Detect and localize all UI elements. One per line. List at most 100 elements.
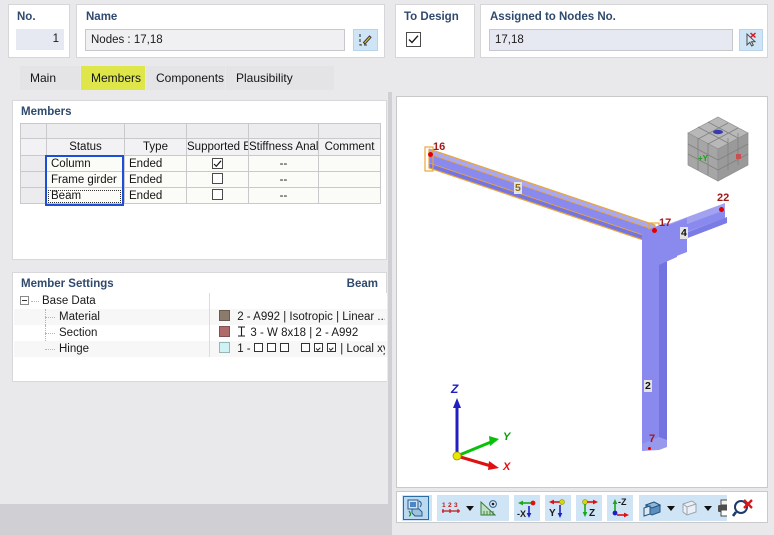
cell-supported-ends-1[interactable] bbox=[186, 155, 249, 172]
member-label-2: 2 bbox=[644, 380, 652, 392]
hinge-check-uy bbox=[267, 343, 277, 352]
cell-comment-3[interactable] bbox=[318, 187, 381, 204]
hinge-check-ux bbox=[253, 343, 263, 352]
tree-row-hinge[interactable]: Hinge 1 - | Local xyz bbox=[14, 341, 387, 357]
toolbar-group-render-toggle bbox=[402, 495, 432, 521]
measure-ruler-icon[interactable] bbox=[476, 496, 502, 520]
coordinate-axis-triad: Z Y X bbox=[443, 380, 523, 473]
view-toolbar: 1 2 3 -X Y Z -Z bbox=[396, 491, 768, 523]
members-table[interactable]: Status Type Supported Er Stiffness Anal … bbox=[20, 123, 381, 204]
table-colhdr-a bbox=[46, 123, 125, 139]
table-row[interactable]: Beam Ended -- bbox=[20, 187, 381, 204]
cell-stiffness-1[interactable]: -- bbox=[248, 155, 319, 172]
svg-text:Z: Z bbox=[450, 382, 459, 396]
render-toggle-icon[interactable] bbox=[403, 496, 429, 520]
row-index-3 bbox=[20, 187, 47, 204]
member-settings-tree[interactable]: Base Data Material 2 - A992 | Isotropic … bbox=[14, 293, 387, 381]
tree-value-section: 3 - W 8x18 | 2 - A992 bbox=[250, 327, 359, 339]
table-row[interactable]: Column Ended -- bbox=[20, 155, 381, 172]
supported-ends-checkbox-2[interactable] bbox=[212, 173, 223, 184]
supported-ends-checkbox-3[interactable] bbox=[212, 189, 223, 200]
numbering-dropdown-caret-icon[interactable] bbox=[464, 496, 476, 520]
tree-label-base-data: Base Data bbox=[42, 295, 96, 307]
tab-components[interactable]: Components bbox=[146, 66, 225, 90]
table-row[interactable]: Frame girder Ended -- bbox=[20, 171, 381, 188]
view-minus-z-icon[interactable]: -Z bbox=[608, 496, 632, 520]
table-header-stiffness[interactable]: Stiffness Anal bbox=[248, 138, 319, 156]
tree-label-section: Section bbox=[59, 327, 98, 339]
cell-type-3[interactable]: Ended bbox=[124, 187, 187, 204]
supported-ends-checkbox-1[interactable] bbox=[212, 158, 223, 169]
cell-comment-2[interactable] bbox=[318, 171, 381, 188]
hinge-check-phiz bbox=[327, 343, 337, 352]
view-y-icon[interactable]: Y bbox=[546, 496, 570, 520]
name-input[interactable]: Nodes : 17,18 bbox=[85, 29, 345, 51]
table-corner-cell bbox=[20, 123, 47, 139]
cell-supported-ends-3[interactable] bbox=[186, 187, 249, 204]
pencil-edit-icon[interactable] bbox=[353, 29, 378, 51]
no-input[interactable]: 1 bbox=[16, 29, 64, 50]
cell-status-2[interactable]: Frame girder bbox=[46, 171, 125, 188]
tree-label-hinge: Hinge bbox=[59, 343, 90, 355]
cell-type-2[interactable]: Ended bbox=[124, 171, 187, 188]
hinge-color-swatch bbox=[219, 342, 230, 353]
wireframe-box-icon[interactable] bbox=[677, 496, 702, 520]
clear-selection-icon[interactable] bbox=[728, 496, 758, 520]
table-header-status[interactable]: Status bbox=[46, 138, 125, 156]
to-design-checkbox[interactable] bbox=[406, 32, 421, 47]
table-colhdr-b bbox=[124, 123, 187, 139]
toolbar-group-view-y: Y bbox=[545, 495, 571, 521]
svg-text:-Z: -Z bbox=[618, 497, 627, 507]
assigned-nodes-input[interactable]: 17,18 bbox=[489, 29, 733, 51]
table-header-comment[interactable]: Comment bbox=[318, 138, 381, 156]
numbering-123-icon[interactable]: 1 2 3 bbox=[438, 496, 464, 520]
tab-plausibility-check[interactable]: Plausibility Check bbox=[226, 66, 334, 109]
render-mode-dropdown-caret-icon[interactable] bbox=[665, 496, 677, 520]
cell-comment-1[interactable] bbox=[318, 155, 381, 172]
cell-status-1[interactable]: Column bbox=[46, 155, 125, 172]
toolbar-group-view-minus-z: -Z bbox=[607, 495, 633, 521]
tab-members[interactable]: Members bbox=[81, 66, 145, 90]
member-label-4: 4 bbox=[680, 227, 688, 239]
tree-row-section[interactable]: Section 3 - W 8x18 | 2 - A992 bbox=[14, 325, 387, 341]
node-label-17: 17 bbox=[659, 217, 672, 229]
tree-value-base-data bbox=[219, 293, 385, 309]
svg-text:Y: Y bbox=[549, 508, 556, 519]
collapse-expand-icon[interactable] bbox=[20, 296, 29, 305]
navigation-cube[interactable]: +Y bbox=[680, 111, 756, 187]
cell-supported-ends-2[interactable] bbox=[186, 171, 249, 188]
view-minus-x-icon[interactable]: -X bbox=[515, 496, 539, 520]
tree-value-section-wrap[interactable]: 3 - W 8x18 | 2 - A992 bbox=[219, 325, 385, 341]
member-settings-title: Member Settings bbox=[21, 278, 114, 290]
tab-main[interactable]: Main bbox=[20, 66, 80, 90]
node-label-22: 22 bbox=[717, 192, 730, 204]
tree-value-material-wrap[interactable]: 2 - A992 | Isotropic | Linear ... bbox=[219, 309, 385, 325]
render-mode-icon[interactable] bbox=[640, 496, 665, 520]
table-header-type[interactable]: Type bbox=[124, 138, 187, 156]
tree-value-hinge-wrap[interactable]: 1 - | Local xyz bbox=[219, 341, 385, 357]
toolbar-group-view-z: Z bbox=[576, 495, 602, 521]
pick-deselect-cursor-icon[interactable] bbox=[739, 29, 763, 51]
toolbar-group-numbering: 1 2 3 bbox=[437, 495, 509, 521]
tree-col-separator bbox=[209, 341, 210, 357]
cell-stiffness-2[interactable]: -- bbox=[248, 171, 319, 188]
cell-stiffness-3[interactable]: -- bbox=[248, 187, 319, 204]
members-groupbox: Members Status Type Supported Er Stiffne… bbox=[12, 100, 387, 260]
cell-type-1[interactable]: Ended bbox=[124, 155, 187, 172]
hinge-check-uz bbox=[280, 343, 290, 352]
node-label-16: 16 bbox=[433, 141, 446, 153]
tree-row-material[interactable]: Material 2 - A992 | Isotropic | Linear .… bbox=[14, 309, 387, 325]
tree-dots bbox=[31, 301, 39, 303]
tree-row-base-data[interactable]: Base Data bbox=[14, 293, 387, 309]
view-z-icon[interactable]: Z bbox=[577, 496, 601, 520]
node-dot-17 bbox=[652, 228, 657, 233]
toolbar-group-view-minus-x: -X bbox=[514, 495, 540, 521]
table-colhdr-e bbox=[318, 123, 381, 139]
cell-status-3[interactable]: Beam bbox=[46, 187, 125, 204]
tab-bar: Main Members Components Plausibility Che… bbox=[0, 62, 774, 109]
svg-text:-X: -X bbox=[517, 509, 526, 519]
wireframe-dropdown-caret-icon[interactable] bbox=[702, 496, 714, 520]
table-header-supported-ends[interactable]: Supported Er bbox=[186, 138, 249, 156]
model-3d-view[interactable]: 16 17 22 7 5 4 2 +Y Z Y X bbox=[396, 96, 768, 488]
assigned-nodes-label: Assigned to Nodes No. bbox=[490, 11, 616, 23]
